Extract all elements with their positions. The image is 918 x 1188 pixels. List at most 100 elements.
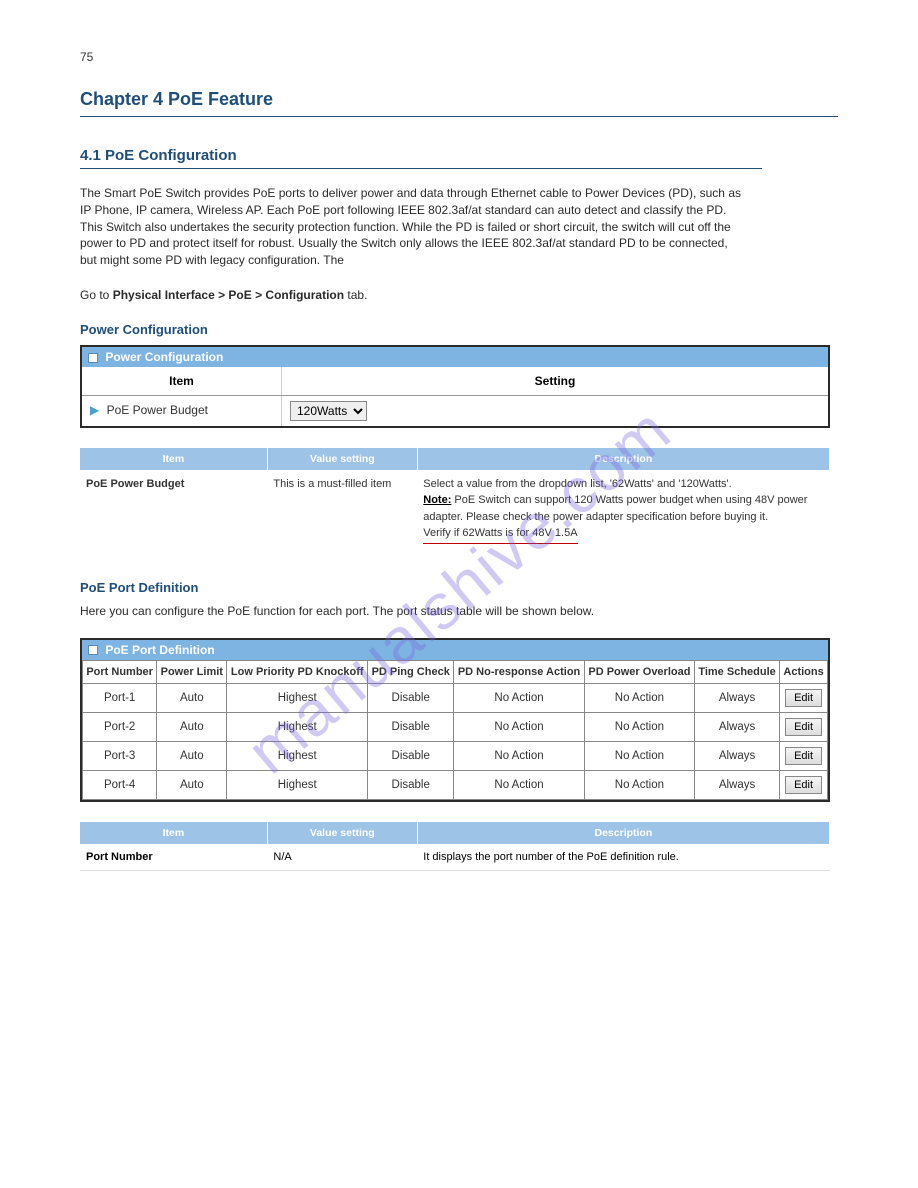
port-def-description-table: Item Value setting Description Port Numb… [80, 822, 830, 871]
cfg-th-desc: Description [417, 448, 829, 470]
cfg2-header-row: Item Value setting Description [80, 822, 830, 844]
pd-th-schedule: Time Schedule [694, 660, 779, 683]
power-config-header-setting: Setting [282, 367, 828, 395]
table-cell: No Action [584, 712, 694, 741]
edit-button[interactable]: Edit [785, 776, 822, 794]
table-cell: No Action [584, 770, 694, 799]
edit-button[interactable]: Edit [785, 718, 822, 736]
edit-button[interactable]: Edit [785, 747, 822, 765]
table-cell-actions: Edit [780, 770, 828, 799]
power-config-panel-title: Power Configuration [105, 350, 223, 364]
table-cell: Auto [157, 770, 227, 799]
port-def-panel-title: PoE Port Definition [105, 643, 214, 657]
port-def-table: Port Number Power Limit Low Priority PD … [82, 660, 828, 800]
table-cell-actions: Edit [780, 741, 828, 770]
poe-power-budget-select[interactable]: 120Watts [290, 401, 367, 421]
triangle-icon: ▶ [90, 403, 99, 417]
cfg2-row-item: Port Number [80, 844, 267, 871]
table-cell: Port-2 [83, 712, 157, 741]
cfg2-th-value: Value setting [267, 822, 417, 844]
table-cell: No Action [454, 683, 585, 712]
table-cell: No Action [584, 741, 694, 770]
table-cell: Disable [368, 770, 454, 799]
pd-th-ping: PD Ping Check [368, 660, 454, 683]
table-cell: Always [694, 683, 779, 712]
table-cell: No Action [584, 683, 694, 712]
cfg-th-item: Item [80, 448, 267, 470]
panel-icon [88, 353, 98, 363]
page-number: 75 [80, 50, 838, 64]
table-cell-actions: Edit [780, 712, 828, 741]
table-cell: Highest [227, 683, 368, 712]
pd-th-actions: Actions [780, 660, 828, 683]
table-row: Port-1AutoHighestDisableNo ActionNo Acti… [83, 683, 828, 712]
intro-nav-prefix: Go to [80, 288, 113, 302]
port-def-heading: PoE Port Definition [80, 580, 838, 595]
intro-nav: Go to Physical Interface > PoE > Configu… [80, 287, 747, 304]
table-cell: Always [694, 741, 779, 770]
cfg-row-value: This is a must-filled item [267, 470, 417, 550]
table-row: Port-2AutoHighestDisableNo ActionNo Acti… [83, 712, 828, 741]
table-cell: Auto [157, 712, 227, 741]
cfg-desc-red: Verify if 62Watts is for 48V 1.5A [423, 525, 577, 544]
port-def-intro: Here you can configure the PoE function … [80, 603, 747, 620]
table-cell-actions: Edit [780, 683, 828, 712]
chapter-title: Chapter 4 PoE Feature [80, 89, 838, 117]
pd-th-power-limit: Power Limit [157, 660, 227, 683]
edit-button[interactable]: Edit [785, 689, 822, 707]
power-config-header-row: Item Setting [82, 367, 828, 396]
cfg-desc-note-text: PoE Switch can support 120 Watts power b… [423, 494, 807, 523]
cfg2-row: Port Number N/A It displays the port num… [80, 844, 830, 871]
port-def-titlebar: PoE Port Definition [82, 640, 828, 660]
table-cell: Highest [227, 770, 368, 799]
table-cell: Always [694, 770, 779, 799]
cfg2-th-item: Item [80, 822, 267, 844]
pd-th-noresp: PD No-response Action [454, 660, 585, 683]
intro-paragraph: The Smart PoE Switch provides PoE ports … [80, 185, 747, 269]
poe-power-budget-text: PoE Power Budget [107, 403, 208, 417]
poe-power-budget-label: ▶ PoE Power Budget [82, 396, 282, 426]
power-config-row: ▶ PoE Power Budget 120Watts [82, 396, 828, 426]
table-cell: Port-3 [83, 741, 157, 770]
table-cell: Port-4 [83, 770, 157, 799]
table-cell: Disable [368, 683, 454, 712]
cfg2-row-value: N/A [267, 844, 417, 871]
intro-nav-suffix: tab. [344, 288, 367, 302]
table-cell: Highest [227, 712, 368, 741]
cfg2-th-desc: Description [417, 822, 829, 844]
table-cell: Highest [227, 741, 368, 770]
pd-th-knockoff: Low Priority PD Knockoff [227, 660, 368, 683]
table-cell: Disable [368, 712, 454, 741]
intro-nav-path: Physical Interface > PoE > Configuration [113, 288, 344, 302]
table-row: Port-3AutoHighestDisableNo ActionNo Acti… [83, 741, 828, 770]
poe-power-budget-setting-cell: 120Watts [282, 396, 828, 426]
power-config-heading: Power Configuration [80, 322, 838, 337]
cfg-desc-note-label: Note: [423, 494, 451, 506]
power-config-panel: Power Configuration Item Setting ▶ PoE P… [80, 345, 830, 428]
cfg-row-item: PoE Power Budget [80, 470, 267, 550]
table-cell: Disable [368, 741, 454, 770]
table-cell: No Action [454, 770, 585, 799]
cfg-th-value: Value setting [267, 448, 417, 470]
port-def-panel: PoE Port Definition Port Number Power Li… [80, 638, 830, 802]
table-cell: Auto [157, 741, 227, 770]
cfg-row-desc: Select a value from the dropdown list, '… [417, 470, 829, 550]
table-cell: No Action [454, 712, 585, 741]
table-cell: No Action [454, 741, 585, 770]
cfg-row: PoE Power Budget This is a must-filled i… [80, 470, 830, 550]
pd-th-port: Port Number [83, 660, 157, 683]
cfg-header-row: Item Value setting Description [80, 448, 830, 470]
pd-th-overload: PD Power Overload [584, 660, 694, 683]
table-cell: Port-1 [83, 683, 157, 712]
table-cell: Always [694, 712, 779, 741]
cfg-desc-line1: Select a value from the dropdown list, '… [423, 478, 731, 490]
cfg2-row-desc: It displays the port number of the PoE d… [417, 844, 829, 871]
power-config-description-table: Item Value setting Description PoE Power… [80, 448, 830, 550]
port-def-header-row: Port Number Power Limit Low Priority PD … [83, 660, 828, 683]
power-config-titlebar: Power Configuration [82, 347, 828, 367]
table-row: Port-4AutoHighestDisableNo ActionNo Acti… [83, 770, 828, 799]
section-title: 4.1 PoE Configuration [80, 147, 762, 169]
table-cell: Auto [157, 683, 227, 712]
power-config-header-item: Item [82, 367, 282, 395]
panel-icon [88, 645, 98, 655]
